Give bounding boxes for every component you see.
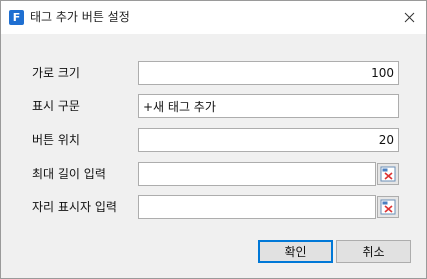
placeholder-pick-button[interactable] bbox=[377, 196, 399, 218]
max-length-label: 최대 길이 입력 bbox=[32, 167, 106, 181]
field-picker-icon bbox=[380, 199, 396, 215]
title-bar: F 태그 추가 버튼 설정 bbox=[1, 1, 426, 34]
display-text-label: 표시 구문 bbox=[32, 99, 80, 113]
placeholder-label: 자리 표시자 입력 bbox=[32, 200, 117, 214]
placeholder-input[interactable] bbox=[138, 195, 376, 219]
button-position-label: 버튼 위치 bbox=[32, 133, 80, 147]
width-label: 가로 크기 bbox=[32, 66, 80, 80]
close-icon bbox=[404, 12, 414, 23]
max-length-input[interactable] bbox=[138, 162, 376, 186]
width-input[interactable] bbox=[138, 61, 399, 85]
dialog-title: 태그 추가 버튼 설정 bbox=[30, 10, 130, 24]
close-button[interactable] bbox=[392, 1, 426, 34]
max-length-pick-button[interactable] bbox=[377, 163, 399, 185]
display-text-input[interactable] bbox=[138, 94, 399, 118]
button-position-input[interactable] bbox=[138, 128, 399, 152]
dialog-window: F 태그 추가 버튼 설정 가로 크기 표시 구문 버튼 위치 최대 길이 입력… bbox=[0, 0, 427, 279]
app-logo-icon: F bbox=[9, 10, 24, 25]
field-picker-icon bbox=[380, 166, 396, 182]
cancel-button[interactable]: 취소 bbox=[336, 240, 411, 263]
ok-button[interactable]: 확인 bbox=[258, 240, 333, 263]
